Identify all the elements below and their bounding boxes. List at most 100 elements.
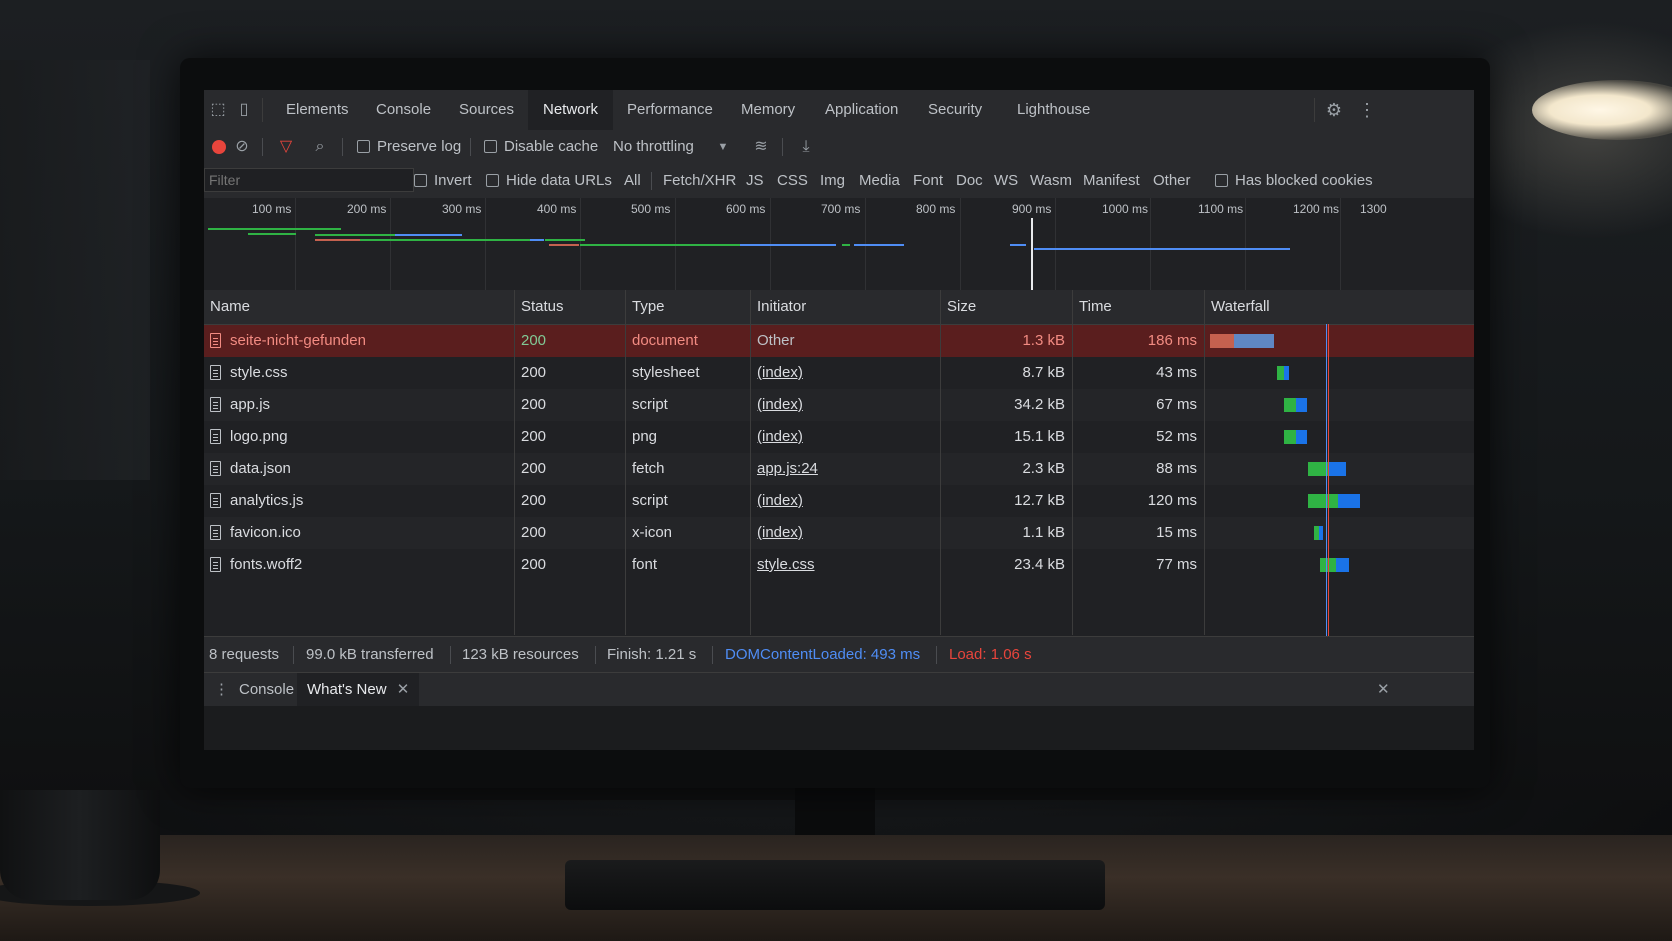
request-time: 67 ms	[1156, 396, 1197, 413]
request-name: favicon.ico	[230, 524, 301, 541]
tab-performance[interactable]: Performance	[612, 90, 728, 130]
request-name: data.json	[230, 460, 291, 477]
drawer-tab-whats-new[interactable]: What's New ✕	[297, 673, 420, 707]
filter-type-fetch-xhr[interactable]: Fetch/XHR	[663, 164, 736, 198]
column-header-type[interactable]: Type	[626, 290, 748, 324]
throttling-select[interactable]: No throttling	[613, 130, 694, 164]
tab-console[interactable]: Console	[361, 90, 446, 130]
table-row[interactable]: data.json 200 fetch app.js:24 2.3 kB 88 …	[204, 453, 1474, 485]
overview-bar	[854, 244, 904, 246]
waterfall-bar	[1210, 334, 1234, 348]
overview-tick: 600 ms	[726, 202, 766, 216]
tab-sources[interactable]: Sources	[444, 90, 529, 130]
toolbar-divider	[262, 138, 263, 156]
domcontentloaded-time: DOMContentLoaded: 493 ms	[725, 646, 921, 663]
table-row[interactable]: logo.png 200 png (index) 15.1 kB 52 ms	[204, 421, 1474, 453]
domcontentloaded-marker	[1326, 324, 1327, 636]
filter-divider	[651, 172, 652, 190]
more-options-icon[interactable]: ⋮	[1357, 100, 1377, 120]
filter-type-media[interactable]: Media	[859, 164, 900, 198]
record-button[interactable]	[212, 140, 226, 154]
overview-bar	[315, 234, 395, 236]
filter-type-manifest[interactable]: Manifest	[1083, 164, 1140, 198]
request-initiator-link[interactable]: (index)	[757, 421, 803, 453]
column-header-size[interactable]: Size	[941, 290, 1071, 324]
settings-gear-icon[interactable]: ⚙	[1324, 100, 1344, 120]
waterfall-bar	[1277, 366, 1284, 380]
column-header-name[interactable]: Name	[204, 290, 514, 324]
tab-divider	[262, 98, 263, 122]
tab-network[interactable]: Network	[528, 90, 614, 132]
filter-type-doc[interactable]: Doc	[956, 164, 983, 198]
filter-type-css[interactable]: CSS	[777, 164, 808, 198]
table-row[interactable]: app.js 200 script (index) 34.2 kB 67 ms	[204, 389, 1474, 421]
export-har-icon[interactable]: ⤓	[796, 137, 816, 157]
table-row[interactable]: favicon.ico 200 x-icon (index) 1.1 kB 15…	[204, 517, 1474, 549]
overview-bar	[1034, 248, 1290, 250]
search-icon[interactable]: ⌕	[310, 137, 330, 157]
table-row[interactable]: analytics.js 200 script (index) 12.7 kB …	[204, 485, 1474, 517]
hide-data-urls-checkbox[interactable]	[486, 174, 499, 187]
filter-type-img[interactable]: Img	[820, 164, 845, 198]
load-marker	[1328, 324, 1329, 636]
disable-cache-checkbox[interactable]	[484, 140, 497, 153]
request-status: 200	[521, 364, 547, 381]
request-initiator-link[interactable]: (index)	[757, 517, 803, 549]
document-icon	[210, 525, 221, 540]
device-toolbar-icon[interactable]: ▯	[234, 100, 254, 120]
filter-type-other[interactable]: Other	[1153, 164, 1191, 198]
request-size: 2.3 kB	[1022, 460, 1065, 477]
blocked-cookies-label: Has blocked cookies	[1235, 172, 1373, 189]
overview-gridline	[960, 198, 961, 290]
request-initiator-link[interactable]: (index)	[757, 485, 803, 517]
request-size: 15.1 kB	[1014, 428, 1065, 445]
document-icon	[210, 493, 221, 508]
request-initiator-link[interactable]: app.js:24	[757, 453, 818, 485]
close-drawer-icon[interactable]: ✕	[1367, 673, 1400, 707]
tab-security[interactable]: Security	[913, 90, 997, 130]
filter-type-ws[interactable]: WS	[994, 164, 1018, 198]
inspect-element-icon[interactable]: ⬚	[208, 100, 228, 120]
filter-funnel-icon[interactable]: ▽	[276, 137, 296, 157]
waterfall-bar	[1319, 526, 1323, 540]
table-row[interactable]: style.css 200 stylesheet (index) 8.7 kB …	[204, 357, 1474, 389]
column-header-initiator[interactable]: Initiator	[751, 290, 939, 324]
request-initiator-link[interactable]: (index)	[757, 389, 803, 421]
network-toolbar: ⊘ ▽ ⌕ Preserve log Disable cache No thro…	[204, 130, 1474, 165]
filter-type-js[interactable]: JS	[746, 164, 764, 198]
request-name: style.css	[230, 364, 288, 381]
request-type: font	[632, 556, 658, 573]
tab-memory[interactable]: Memory	[726, 90, 810, 130]
chevron-down-icon[interactable]: ▼	[713, 137, 733, 157]
waterfall-bar	[1284, 398, 1296, 412]
background-shelf	[0, 60, 150, 480]
column-header-status[interactable]: Status	[515, 290, 625, 324]
tab-elements[interactable]: Elements	[271, 90, 364, 130]
clear-icon[interactable]: ⊘	[232, 137, 252, 157]
filter-input[interactable]	[204, 168, 414, 192]
tab-application[interactable]: Application	[810, 90, 913, 130]
drawer-tab-console[interactable]: Console	[229, 673, 304, 707]
request-initiator-link[interactable]: style.css	[757, 549, 815, 581]
preserve-log-checkbox[interactable]	[357, 140, 370, 153]
blocked-cookies-checkbox[interactable]	[1215, 174, 1228, 187]
document-icon	[210, 333, 221, 348]
finish-time: Finish: 1.21 s	[607, 646, 697, 663]
invert-checkbox[interactable]	[414, 174, 427, 187]
network-conditions-icon[interactable]: ≋	[751, 137, 771, 157]
column-header-waterfall[interactable]: Waterfall	[1205, 290, 1474, 324]
column-header-time[interactable]: Time	[1073, 290, 1203, 324]
request-count: 8 requests	[209, 646, 280, 663]
overview-cursor[interactable]	[1031, 218, 1033, 290]
close-tab-icon[interactable]: ✕	[397, 681, 410, 698]
table-row[interactable]: fonts.woff2 200 font style.css 23.4 kB 7…	[204, 549, 1474, 581]
request-size: 23.4 kB	[1014, 556, 1065, 573]
tab-lighthouse[interactable]: Lighthouse	[1002, 90, 1105, 130]
table-row[interactable]: seite-nicht-gefunden 200 document Other …	[204, 325, 1474, 357]
filter-type-font[interactable]: Font	[913, 164, 943, 198]
request-initiator-link[interactable]: (index)	[757, 357, 803, 389]
filter-type-all[interactable]: All	[624, 164, 641, 198]
filter-type-wasm[interactable]: Wasm	[1030, 164, 1072, 198]
toolbar-divider	[782, 138, 783, 156]
overview-timeline[interactable]: 100 ms 200 ms 300 ms 400 ms 500 ms 600 m…	[204, 198, 1474, 291]
